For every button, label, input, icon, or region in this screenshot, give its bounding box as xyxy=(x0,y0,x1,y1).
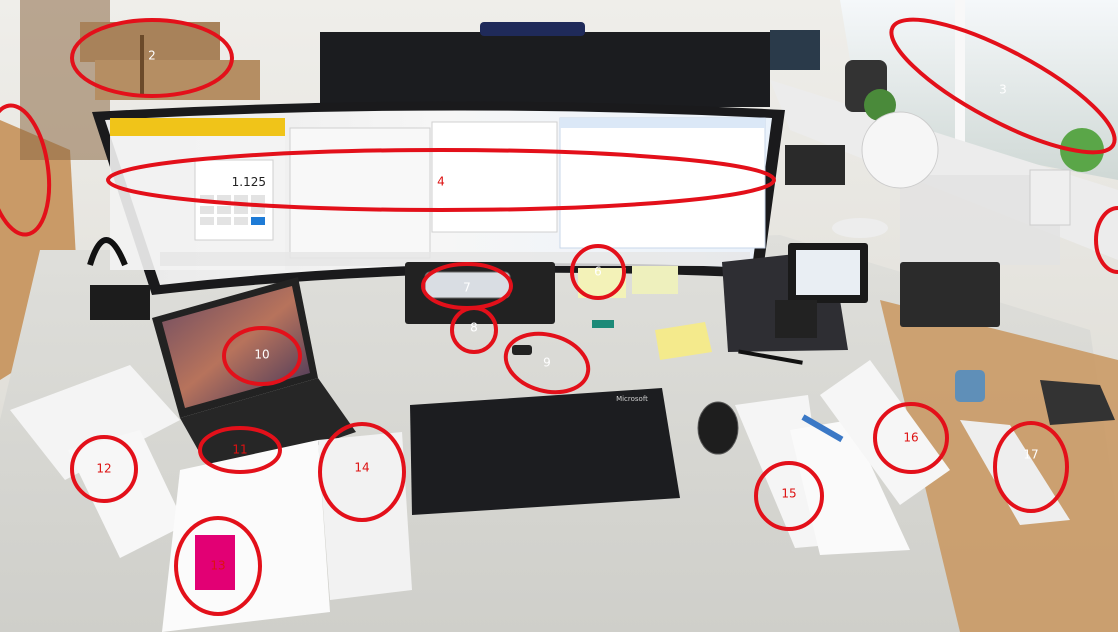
pen-organizer xyxy=(900,262,1000,327)
marker-7-label: 7 xyxy=(463,281,471,295)
marker-15-label: 15 xyxy=(781,487,796,501)
usb-stick xyxy=(592,320,614,328)
keyboard: Microsoft xyxy=(410,388,680,515)
marker-12-label: 12 xyxy=(96,462,111,476)
docking-station xyxy=(785,145,845,185)
books xyxy=(770,30,820,70)
marker-10-label: 10 xyxy=(254,348,269,362)
marker-13-label: 13 xyxy=(210,559,225,573)
rear-monitor xyxy=(320,22,770,107)
plant-pot xyxy=(1029,169,1071,226)
marker-16-label: 16 xyxy=(903,431,918,445)
app-toolbar xyxy=(110,118,285,136)
calculator-display: 1.125 xyxy=(232,175,266,189)
fan-base xyxy=(832,218,888,238)
phone-keypad xyxy=(775,300,817,338)
marker-3-label: 3 xyxy=(999,83,1007,97)
browser-tabs xyxy=(560,118,765,128)
app-window-teams xyxy=(289,127,431,259)
cable-adapter xyxy=(512,345,532,355)
marker-14-label: 14 xyxy=(354,461,369,475)
desk-fan xyxy=(861,111,939,189)
marker-4-label: 4 xyxy=(437,175,445,189)
marker-9-label: 9 xyxy=(543,356,551,370)
can xyxy=(955,370,985,402)
marker-11-label: 11 xyxy=(232,443,247,457)
marker-8-label: 8 xyxy=(470,321,478,335)
app-window-browser xyxy=(559,117,766,249)
app-window-outlook xyxy=(431,121,558,233)
desk-photo-scene: 1.125 Microsoft 2 3 4 6 7 8 9 10 11 12 1… xyxy=(0,0,1118,632)
keyboard-brand: Microsoft xyxy=(616,395,648,403)
marker-2-label: 2 xyxy=(148,49,156,63)
marker-6-label: 6 xyxy=(594,265,602,279)
mouse xyxy=(697,401,739,455)
marker-17-label: 17 xyxy=(1023,448,1038,462)
